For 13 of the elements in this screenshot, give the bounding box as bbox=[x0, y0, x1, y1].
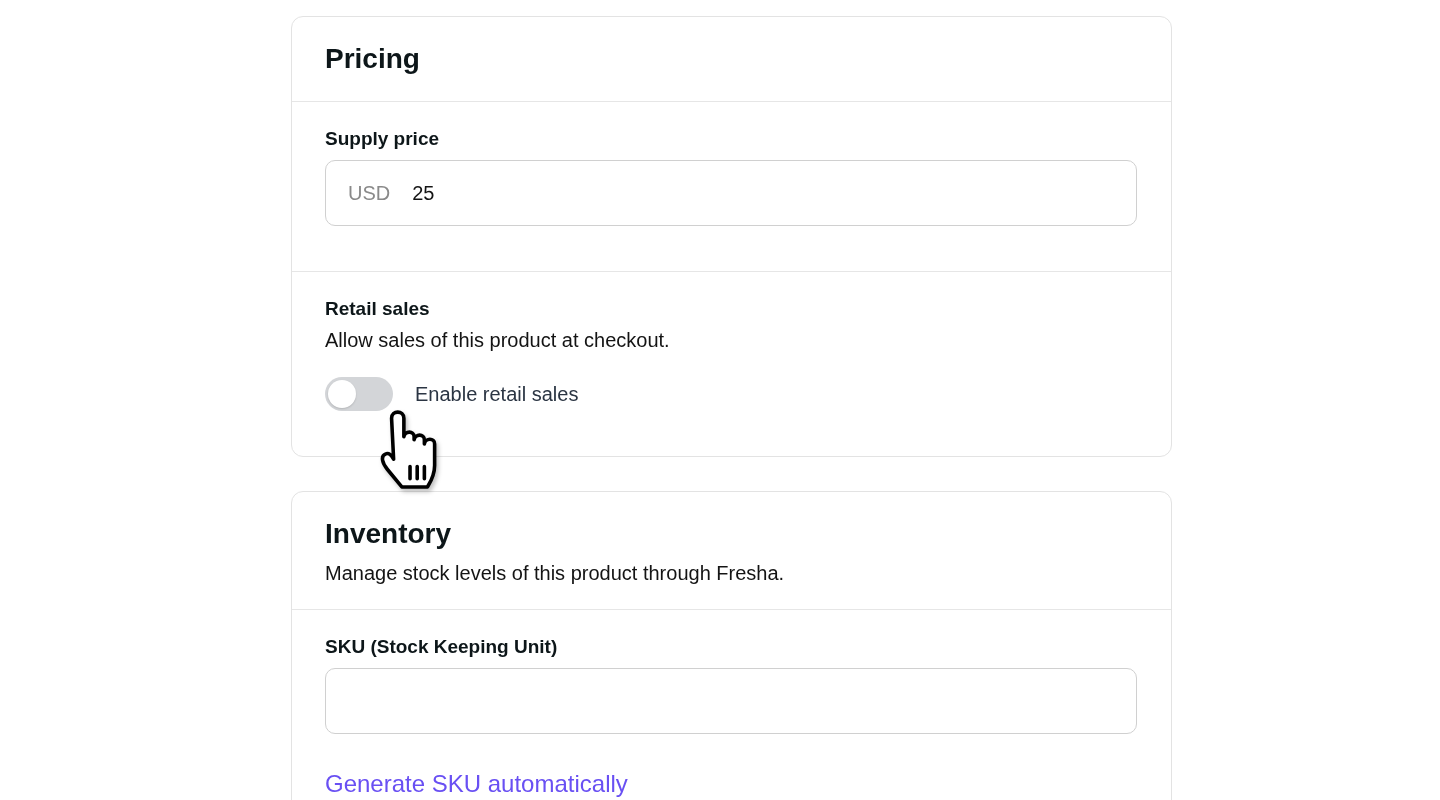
section-title: Pricing bbox=[325, 42, 420, 76]
price-input-field[interactable]: USD 25 bbox=[325, 160, 1137, 226]
sku-input-field[interactable] bbox=[325, 668, 1137, 734]
section-title: Inventory bbox=[325, 517, 452, 551]
toggle-label: Enable retail sales bbox=[415, 382, 579, 406]
section-description: Manage stock levels of this product through Fresha. bbox=[325, 561, 785, 586]
section-description: Allow sales of this product at checkout. bbox=[325, 328, 670, 353]
field-label: Supply price bbox=[325, 127, 440, 151]
generate-sku-link[interactable]: Generate SKU automatically bbox=[325, 769, 628, 799]
toggle-switch[interactable] bbox=[325, 377, 393, 411]
field-label: Retail sales bbox=[325, 297, 430, 321]
field-label: SKU (Stock Keeping Unit) bbox=[325, 635, 558, 659]
currency-prefix: USD bbox=[348, 181, 391, 205]
